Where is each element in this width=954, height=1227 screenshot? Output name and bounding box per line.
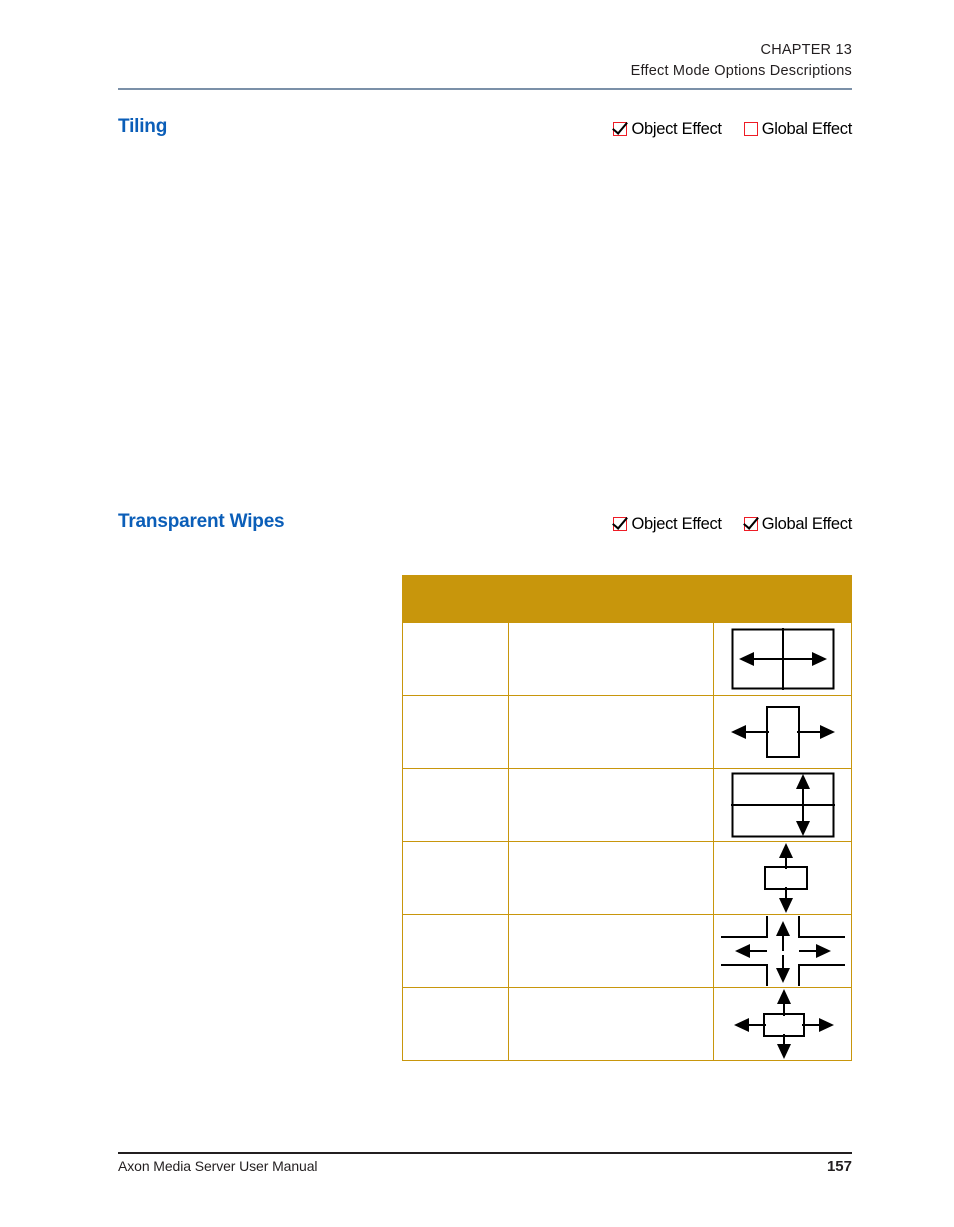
table-row	[402, 622, 852, 696]
footer-rule	[118, 1152, 852, 1154]
table-row	[402, 914, 852, 988]
flag-global-effect-wipes[interactable]: Global Effect	[743, 514, 853, 534]
chapter-title: Effect Mode Options Descriptions	[630, 63, 852, 80]
table-row	[402, 695, 852, 769]
footer-manual-title: Axon Media Server User Manual	[118, 1158, 318, 1174]
cell-wipe-name	[402, 841, 509, 915]
effect-flags-tiling: Object Effect Global Effect	[613, 116, 852, 142]
checkbox-checked-icon[interactable]	[613, 122, 628, 136]
column-header-diagram	[713, 575, 852, 623]
transparent-wipes-table	[402, 575, 852, 1061]
document-page: CHAPTER 13 Effect Mode Options Descripti…	[0, 0, 954, 1227]
page-title-tiling: Tiling	[118, 116, 168, 137]
wipe-split-horizontal-outward-icon	[731, 628, 834, 690]
cell-wipe-diagram	[713, 622, 852, 696]
footer-page-number: 157	[826, 1158, 852, 1175]
cell-wipe-description	[508, 841, 714, 915]
checkbox-checked-icon[interactable]	[743, 517, 758, 531]
wipe-split-vertical-outward-icon	[730, 772, 835, 838]
cell-wipe-diagram	[713, 768, 852, 842]
cell-wipe-description	[508, 768, 714, 842]
column-header-name	[402, 575, 509, 623]
running-header: CHAPTER 13 Effect Mode Options Descripti…	[118, 40, 852, 82]
checkbox-unchecked-icon[interactable]	[743, 122, 758, 136]
flag-global-effect-tiling[interactable]: Global Effect	[743, 119, 853, 139]
cell-wipe-name	[402, 987, 509, 1061]
flag-label-object-effect: Object Effect	[631, 119, 722, 138]
page-title-transparent-wipes: Transparent Wipes	[118, 511, 285, 532]
section-tiling: Tiling Object Effect Global Effect	[118, 116, 852, 142]
cell-wipe-name	[402, 914, 509, 988]
cell-wipe-description	[508, 987, 714, 1061]
wipe-quadrant-open-icon	[720, 916, 845, 986]
cell-wipe-name	[402, 622, 509, 696]
cell-wipe-name	[402, 695, 509, 769]
header-rule	[118, 88, 852, 90]
cell-wipe-diagram	[713, 695, 852, 769]
table-row	[402, 768, 852, 842]
table-row	[402, 987, 852, 1061]
flag-object-effect-tiling[interactable]: Object Effect	[613, 119, 722, 139]
cell-wipe-diagram	[713, 914, 852, 988]
wipe-box-vertical-outward-icon	[763, 843, 808, 913]
effect-flags-transparent-wipes: Object Effect Global Effect	[613, 511, 852, 537]
section-transparent-wipes: Transparent Wipes Object Effect Global E…	[118, 511, 852, 537]
flag-label-object-effect: Object Effect	[631, 514, 722, 533]
page-footer: Axon Media Server User Manual 157	[118, 1158, 852, 1180]
cell-wipe-name	[402, 768, 509, 842]
cell-wipe-diagram	[713, 841, 852, 915]
cell-wipe-description	[508, 695, 714, 769]
column-header-description	[508, 575, 714, 623]
table-header-row	[402, 575, 852, 623]
flag-object-effect-wipes[interactable]: Object Effect	[613, 514, 722, 534]
table-row	[402, 841, 852, 915]
wipe-box-horizontal-outward-icon	[730, 706, 835, 758]
flag-label-global-effect: Global Effect	[761, 119, 853, 138]
chapter-label: CHAPTER 13	[760, 42, 852, 58]
wipe-box-four-way-outward-icon	[733, 989, 834, 1059]
cell-wipe-diagram	[713, 987, 852, 1061]
flag-label-global-effect: Global Effect	[761, 514, 853, 533]
cell-wipe-description	[508, 914, 714, 988]
checkbox-checked-icon[interactable]	[613, 517, 628, 531]
cell-wipe-description	[508, 622, 714, 696]
